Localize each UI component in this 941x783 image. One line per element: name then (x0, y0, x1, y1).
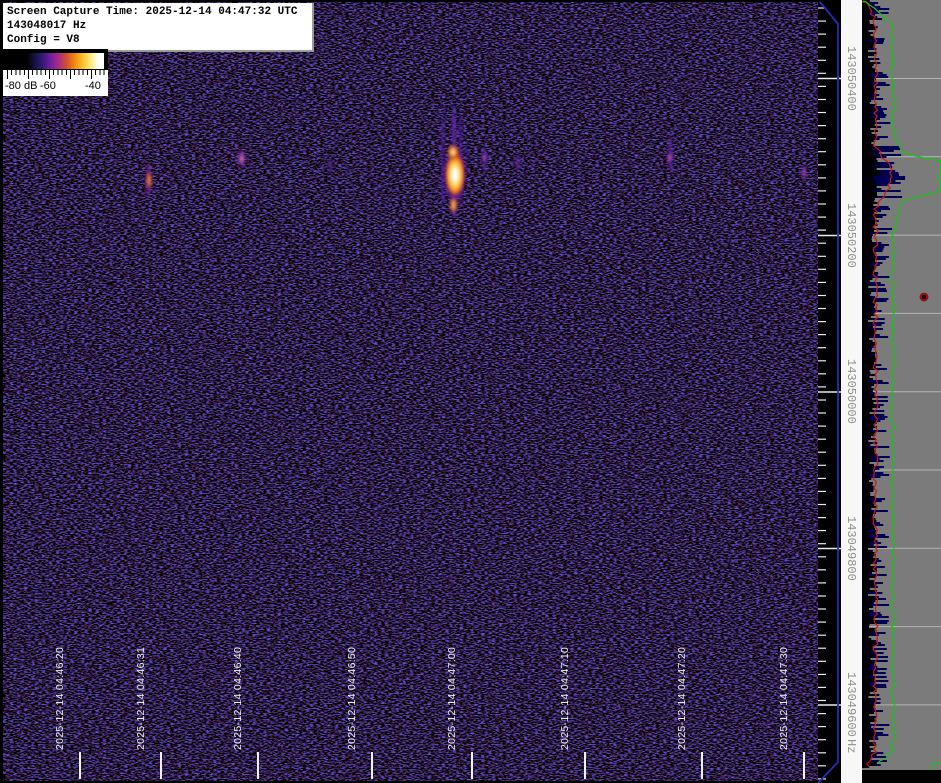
frequency-labels: 143050400 143050200 143050000 143049800 1430… (841, 0, 862, 783)
time-label: 2025-12-14 04:46:40 (232, 647, 244, 750)
capture-time-text: Screen Capture Time: 2025-12-14 04:47:32… (7, 5, 308, 19)
time-label: 2025-12-14 04:46:31 (135, 647, 147, 750)
spectrogram-waterfall: 2025-12-14 04:46:20 2025-12-14 04:46:31 20… (3, 2, 818, 781)
capture-config-text: Config = V8 (7, 33, 308, 47)
capture-info-box: Screen Capture Time: 2025-12-14 04:47:32… (3, 3, 314, 52)
time-label: 2025-12-14 04:47:10 (559, 647, 571, 750)
time-tick (160, 752, 162, 779)
scale-labels: -80 dB -60 -40 (3, 80, 108, 94)
scale-label-minus80: -80 dB (5, 80, 37, 92)
time-tick (803, 752, 805, 779)
time-tick (371, 752, 373, 779)
frequency-label: 143049600 (844, 672, 858, 737)
color-gradient-frame (3, 49, 108, 70)
time-tick (584, 752, 586, 779)
time-label: 2025-12-14 04:46:50 (346, 647, 358, 750)
frequency-unit-label: Hz (844, 739, 858, 753)
time-label: 2025-12-14 04:46:20 (54, 647, 66, 750)
scale-major-ticks (7, 70, 105, 79)
color-gradient-bar (7, 53, 104, 69)
frequency-ruler (818, 0, 841, 783)
time-tick (257, 752, 259, 779)
color-scale-legend: -80 dB -60 -40 (3, 49, 108, 96)
scale-label-minus40: -40 (85, 80, 101, 92)
time-label: 2025-12-14 04:47:30 (778, 647, 790, 750)
spectrum-panel (862, 0, 941, 770)
time-label: 2025-12-14 04:47:00 (446, 647, 458, 750)
time-label: 2025-12-14 04:47:20 (676, 647, 688, 750)
frequency-label: 143049800 (844, 516, 858, 581)
meteor-spectrogram-app: 2025-12-14 04:46:20 2025-12-14 04:46:31 20… (0, 0, 941, 783)
frequency-ruler-ticks (818, 0, 841, 783)
time-tick (701, 752, 703, 779)
time-axis: 2025-12-14 04:46:20 2025-12-14 04:46:31 20… (3, 2, 818, 781)
time-tick (471, 752, 473, 779)
spectrum-plot (862, 0, 941, 770)
color-scale-ruler: -80 dB -60 -40 (3, 70, 108, 96)
frequency-label: 143050200 (844, 203, 858, 268)
spectrum-panel-footer (862, 770, 941, 783)
time-tick (79, 752, 81, 779)
frequency-label: 143050000 (844, 359, 858, 424)
frequency-label: 143050400 (844, 46, 858, 111)
scale-label-minus60: -60 (40, 80, 56, 92)
capture-frequency-text: 143048017 Hz (7, 19, 308, 33)
